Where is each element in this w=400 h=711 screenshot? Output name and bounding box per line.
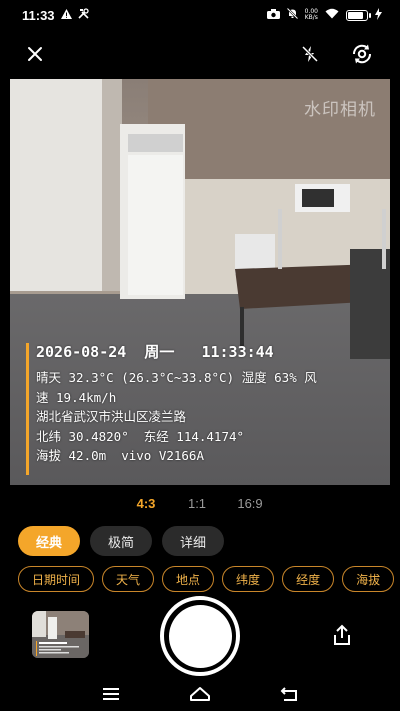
flip-camera-button[interactable]: [344, 36, 380, 72]
field-latitude[interactable]: 纬度: [222, 566, 275, 592]
network-speed: 0.00 KB/s: [305, 9, 318, 21]
charging-icon: [375, 7, 382, 23]
camera-status-icon: [266, 8, 280, 22]
nav-back-button[interactable]: [277, 683, 301, 705]
template-selector: 经典 极简 详细: [18, 526, 225, 556]
back-icon: [280, 687, 297, 701]
status-time: 11:33: [22, 7, 55, 23]
share-icon: [334, 624, 350, 645]
status-bar: 11:33 0.00 KB/s: [0, 0, 400, 30]
ratio-1-1[interactable]: 1:1: [188, 496, 206, 511]
overlay-weather: 晴天 32.3°C (26.3°C~33.8°C) 湿度 63% 风: [36, 370, 317, 385]
home-icon: [190, 687, 210, 701]
watermark-overlay[interactable]: 2026-08-24 周一 11:33:44 晴天 32.3°C (26.3°C…: [26, 341, 382, 475]
mute-bell-icon: [286, 7, 298, 22]
tools-icon: [77, 8, 89, 22]
aspect-ratio-selector: 4:3 1:1 16:9: [0, 496, 400, 516]
battery-icon: [346, 9, 371, 21]
camera-viewfinder[interactable]: 水印相机 2026-08-24 周一 11:33:44 晴天 32.3°C (2…: [10, 79, 390, 485]
thumbnail-image: [32, 611, 89, 658]
system-nav-bar: [0, 681, 400, 711]
nav-menu-button[interactable]: [99, 683, 123, 705]
field-datetime[interactable]: 日期时间: [18, 566, 95, 592]
field-selector: 日期时间 天气 地点 纬度 经度 海拔: [18, 566, 395, 592]
close-button[interactable]: [17, 36, 53, 72]
overlay-address: 湖北省武汉市洪山区凌兰路: [36, 409, 187, 424]
warning-icon: [60, 8, 72, 22]
nav-home-button[interactable]: [188, 683, 212, 705]
template-classic[interactable]: 经典: [18, 526, 81, 556]
template-detailed[interactable]: 详细: [162, 526, 225, 556]
field-longitude[interactable]: 经度: [282, 566, 335, 592]
overlay-weather-cont: 速 19.4km/h: [36, 389, 117, 405]
field-weather[interactable]: 天气: [102, 566, 155, 592]
shutter-button[interactable]: [160, 596, 240, 676]
overlay-altitude-device: 海拔 42.0m vivo V2166A: [36, 448, 204, 463]
menu-icon: [103, 688, 119, 700]
field-location[interactable]: 地点: [162, 566, 215, 592]
template-minimal[interactable]: 极简: [90, 526, 153, 556]
overlay-coordinates: 北纬 30.4820° 东经 114.4174°: [36, 428, 245, 444]
flash-off-icon: [301, 45, 319, 63]
shutter-inner: [168, 604, 232, 668]
overlay-datetime: 2026-08-24 周一 11:33:44: [36, 343, 274, 361]
flash-toggle-button[interactable]: [292, 36, 328, 72]
flip-camera-icon: [352, 44, 372, 64]
close-icon: [28, 47, 42, 61]
gallery-thumbnail[interactable]: [32, 611, 89, 658]
app-watermark: 水印相机: [304, 100, 376, 120]
field-altitude[interactable]: 海拔: [342, 566, 395, 592]
ratio-16-9[interactable]: 16:9: [237, 496, 262, 511]
net-speed-unit: KB/s: [304, 14, 318, 21]
top-toolbar: [0, 34, 400, 74]
share-button[interactable]: [330, 623, 354, 647]
ratio-4-3[interactable]: 4:3: [137, 496, 156, 511]
wifi-icon: [325, 8, 339, 22]
